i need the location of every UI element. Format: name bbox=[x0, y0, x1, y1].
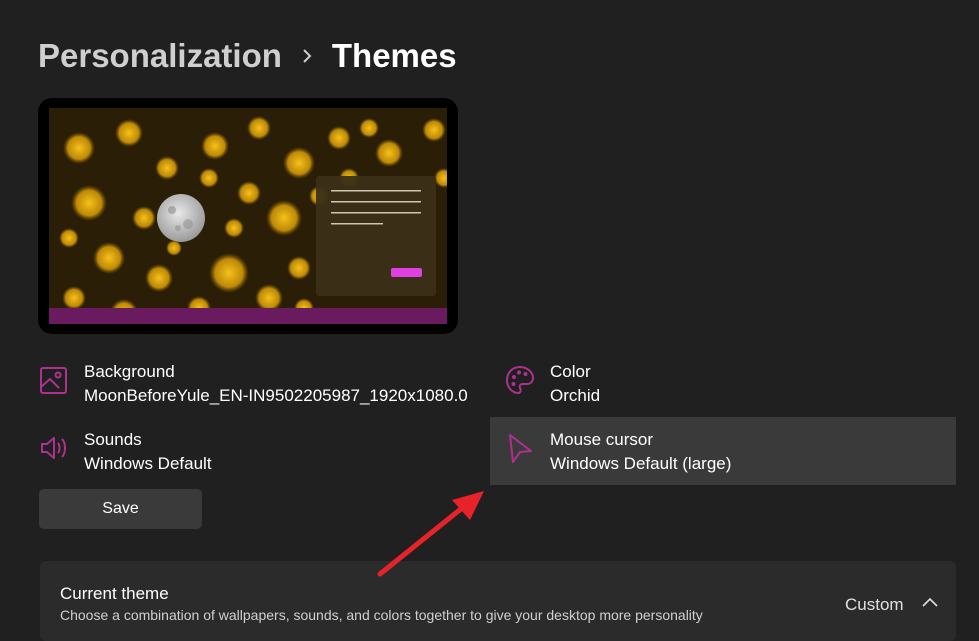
page-title: Themes bbox=[331, 37, 457, 74]
wallpaper-preview-image bbox=[49, 108, 447, 324]
save-button[interactable]: Save bbox=[39, 489, 202, 529]
color-label: Color bbox=[550, 362, 591, 381]
chevron-up-icon[interactable] bbox=[920, 595, 940, 611]
palette-icon bbox=[505, 365, 535, 395]
current-theme-title: Current theme bbox=[60, 584, 169, 603]
breadcrumb-personalization[interactable]: Personalization bbox=[38, 37, 282, 75]
theme-preview bbox=[38, 98, 458, 334]
current-theme-card[interactable]: Current theme Choose a combination of wa… bbox=[40, 561, 956, 641]
breadcrumb: Personalization Themes bbox=[38, 34, 457, 78]
speaker-icon bbox=[41, 437, 66, 459]
mouse-cursor-value: Windows Default (large) bbox=[550, 454, 732, 473]
chevron-right-icon bbox=[302, 48, 312, 64]
image-icon bbox=[40, 367, 67, 394]
mouse-cursor-setting[interactable]: Mouse cursor Windows Default (large) bbox=[504, 428, 731, 476]
cursor-icon bbox=[509, 434, 532, 463]
background-value: MoonBeforeYule_EN-IN9502205987_1920x1080… bbox=[84, 386, 468, 405]
current-theme-value: Custom bbox=[845, 595, 904, 614]
sounds-value: Windows Default bbox=[84, 454, 212, 473]
mouse-cursor-label: Mouse cursor bbox=[550, 430, 653, 449]
background-label: Background bbox=[84, 362, 175, 381]
current-theme-description: Choose a combination of wallpapers, soun… bbox=[60, 607, 703, 623]
color-setting[interactable]: Color Orchid bbox=[504, 360, 600, 408]
background-setting[interactable]: Background MoonBeforeYule_EN-IN950220598… bbox=[38, 360, 468, 408]
sounds-setting[interactable]: Sounds Windows Default bbox=[38, 428, 212, 476]
sounds-label: Sounds bbox=[84, 430, 142, 449]
color-value: Orchid bbox=[550, 386, 601, 405]
